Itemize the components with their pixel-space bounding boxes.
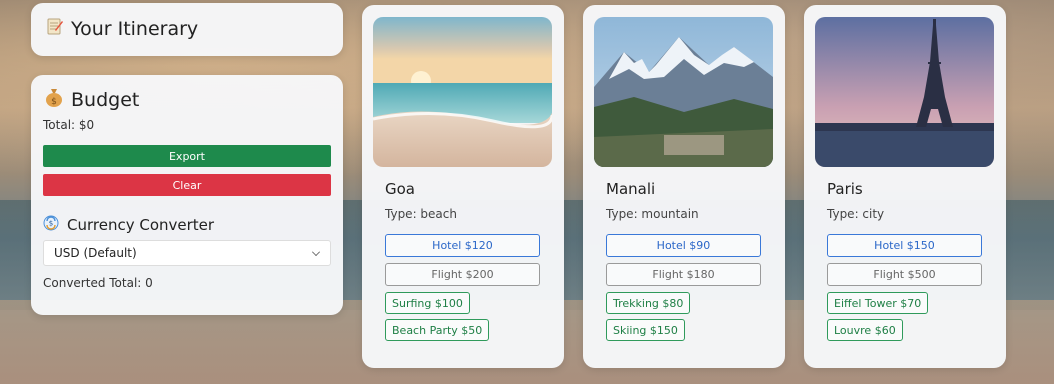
activity-option[interactable]: Trekking $80	[606, 292, 691, 314]
activity-option[interactable]: Eiffel Tower $70	[827, 292, 929, 314]
money-bag-icon: $	[45, 87, 63, 112]
hotel-option[interactable]: Hotel $150	[827, 234, 982, 257]
activity-option[interactable]: Louvre $60	[827, 319, 903, 341]
svg-text:$: $	[51, 97, 57, 107]
budget-heading: $ Budget	[45, 87, 139, 112]
budget-total: Total: $0	[43, 118, 95, 132]
svg-text:$: $	[49, 220, 53, 228]
destination-name: Manali	[606, 180, 656, 198]
converted-total: Converted Total: 0	[43, 276, 153, 290]
manali-photo	[594, 17, 773, 167]
export-button[interactable]: Export	[43, 145, 331, 167]
currency-select-value: USD (Default)	[54, 246, 137, 260]
paris-photo	[815, 17, 994, 167]
destination-card-manali: Manali Type: mountain Hotel $90 Flight $…	[583, 5, 785, 368]
goa-photo	[373, 17, 552, 167]
currency-exchange-icon: $	[43, 215, 59, 235]
destination-name: Paris	[827, 180, 863, 198]
hotel-option[interactable]: Hotel $90	[606, 234, 761, 257]
currency-converter-heading: $ Currency Converter	[43, 215, 214, 235]
destination-name: Goa	[385, 180, 415, 198]
currency-converter-title: Currency Converter	[67, 216, 215, 234]
activity-option[interactable]: Surfing $100	[385, 292, 470, 314]
itinerary-title: Your Itinerary	[71, 17, 199, 40]
destination-type: Type: beach	[385, 207, 457, 221]
activity-option[interactable]: Beach Party $50	[385, 319, 490, 341]
currency-select[interactable]: USD (Default)	[43, 240, 331, 266]
itinerary-panel: Your Itinerary	[31, 3, 343, 56]
flight-option[interactable]: Flight $500	[827, 263, 982, 286]
itinerary-heading: Your Itinerary	[47, 17, 198, 40]
activity-option[interactable]: Skiing $150	[606, 319, 685, 341]
chevron-down-icon	[312, 248, 320, 256]
budget-title: Budget	[71, 88, 140, 111]
clear-button[interactable]: Clear	[43, 174, 331, 196]
destination-card-goa: Goa Type: beach Hotel $120 Flight $200 S…	[362, 5, 564, 368]
hotel-option[interactable]: Hotel $120	[385, 234, 540, 257]
flight-option[interactable]: Flight $200	[385, 263, 540, 286]
flight-option[interactable]: Flight $180	[606, 263, 761, 286]
destination-type: Type: mountain	[606, 207, 699, 221]
destination-type: Type: city	[827, 207, 885, 221]
budget-panel: $ Budget Total: $0 Export Clear $ Curren…	[31, 75, 343, 315]
memo-icon	[47, 17, 63, 40]
destination-card-paris: Paris Type: city Hotel $150 Flight $500 …	[804, 5, 1006, 368]
